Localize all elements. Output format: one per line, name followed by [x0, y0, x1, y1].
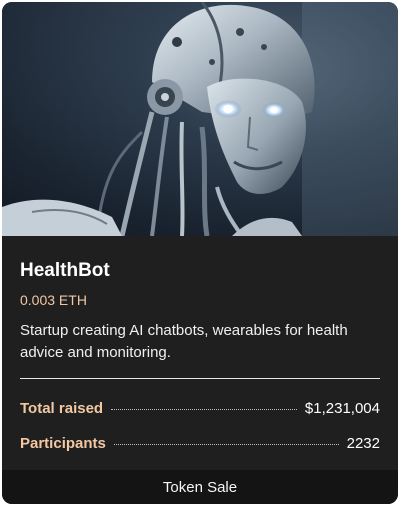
- stat-row-participants: Participants 2232: [20, 432, 380, 454]
- project-card[interactable]: HealthBot 0.003 ETH Startup creating AI …: [2, 2, 398, 504]
- project-title: HealthBot: [20, 260, 110, 281]
- robot-head-image: [2, 2, 398, 236]
- divider: [20, 378, 380, 379]
- stat-value: $1,231,004: [304, 399, 380, 417]
- stat-label: Total raised: [20, 399, 104, 417]
- dotted-leader: [111, 408, 297, 410]
- card-content: HealthBot 0.003 ETH Startup creating AI …: [20, 258, 380, 364]
- robot-hero-image: [2, 2, 398, 236]
- stat-row-total-raised: Total raised $1,231,004: [20, 397, 380, 419]
- stat-label: Participants: [20, 434, 106, 452]
- token-price: 0.003 ETH: [20, 292, 87, 308]
- project-description: Startup creating AI chatbots, wearables …: [20, 322, 348, 361]
- token-sale-button[interactable]: Token Sale: [2, 470, 398, 504]
- stat-value: 2232: [346, 434, 380, 452]
- dotted-leader: [113, 443, 339, 445]
